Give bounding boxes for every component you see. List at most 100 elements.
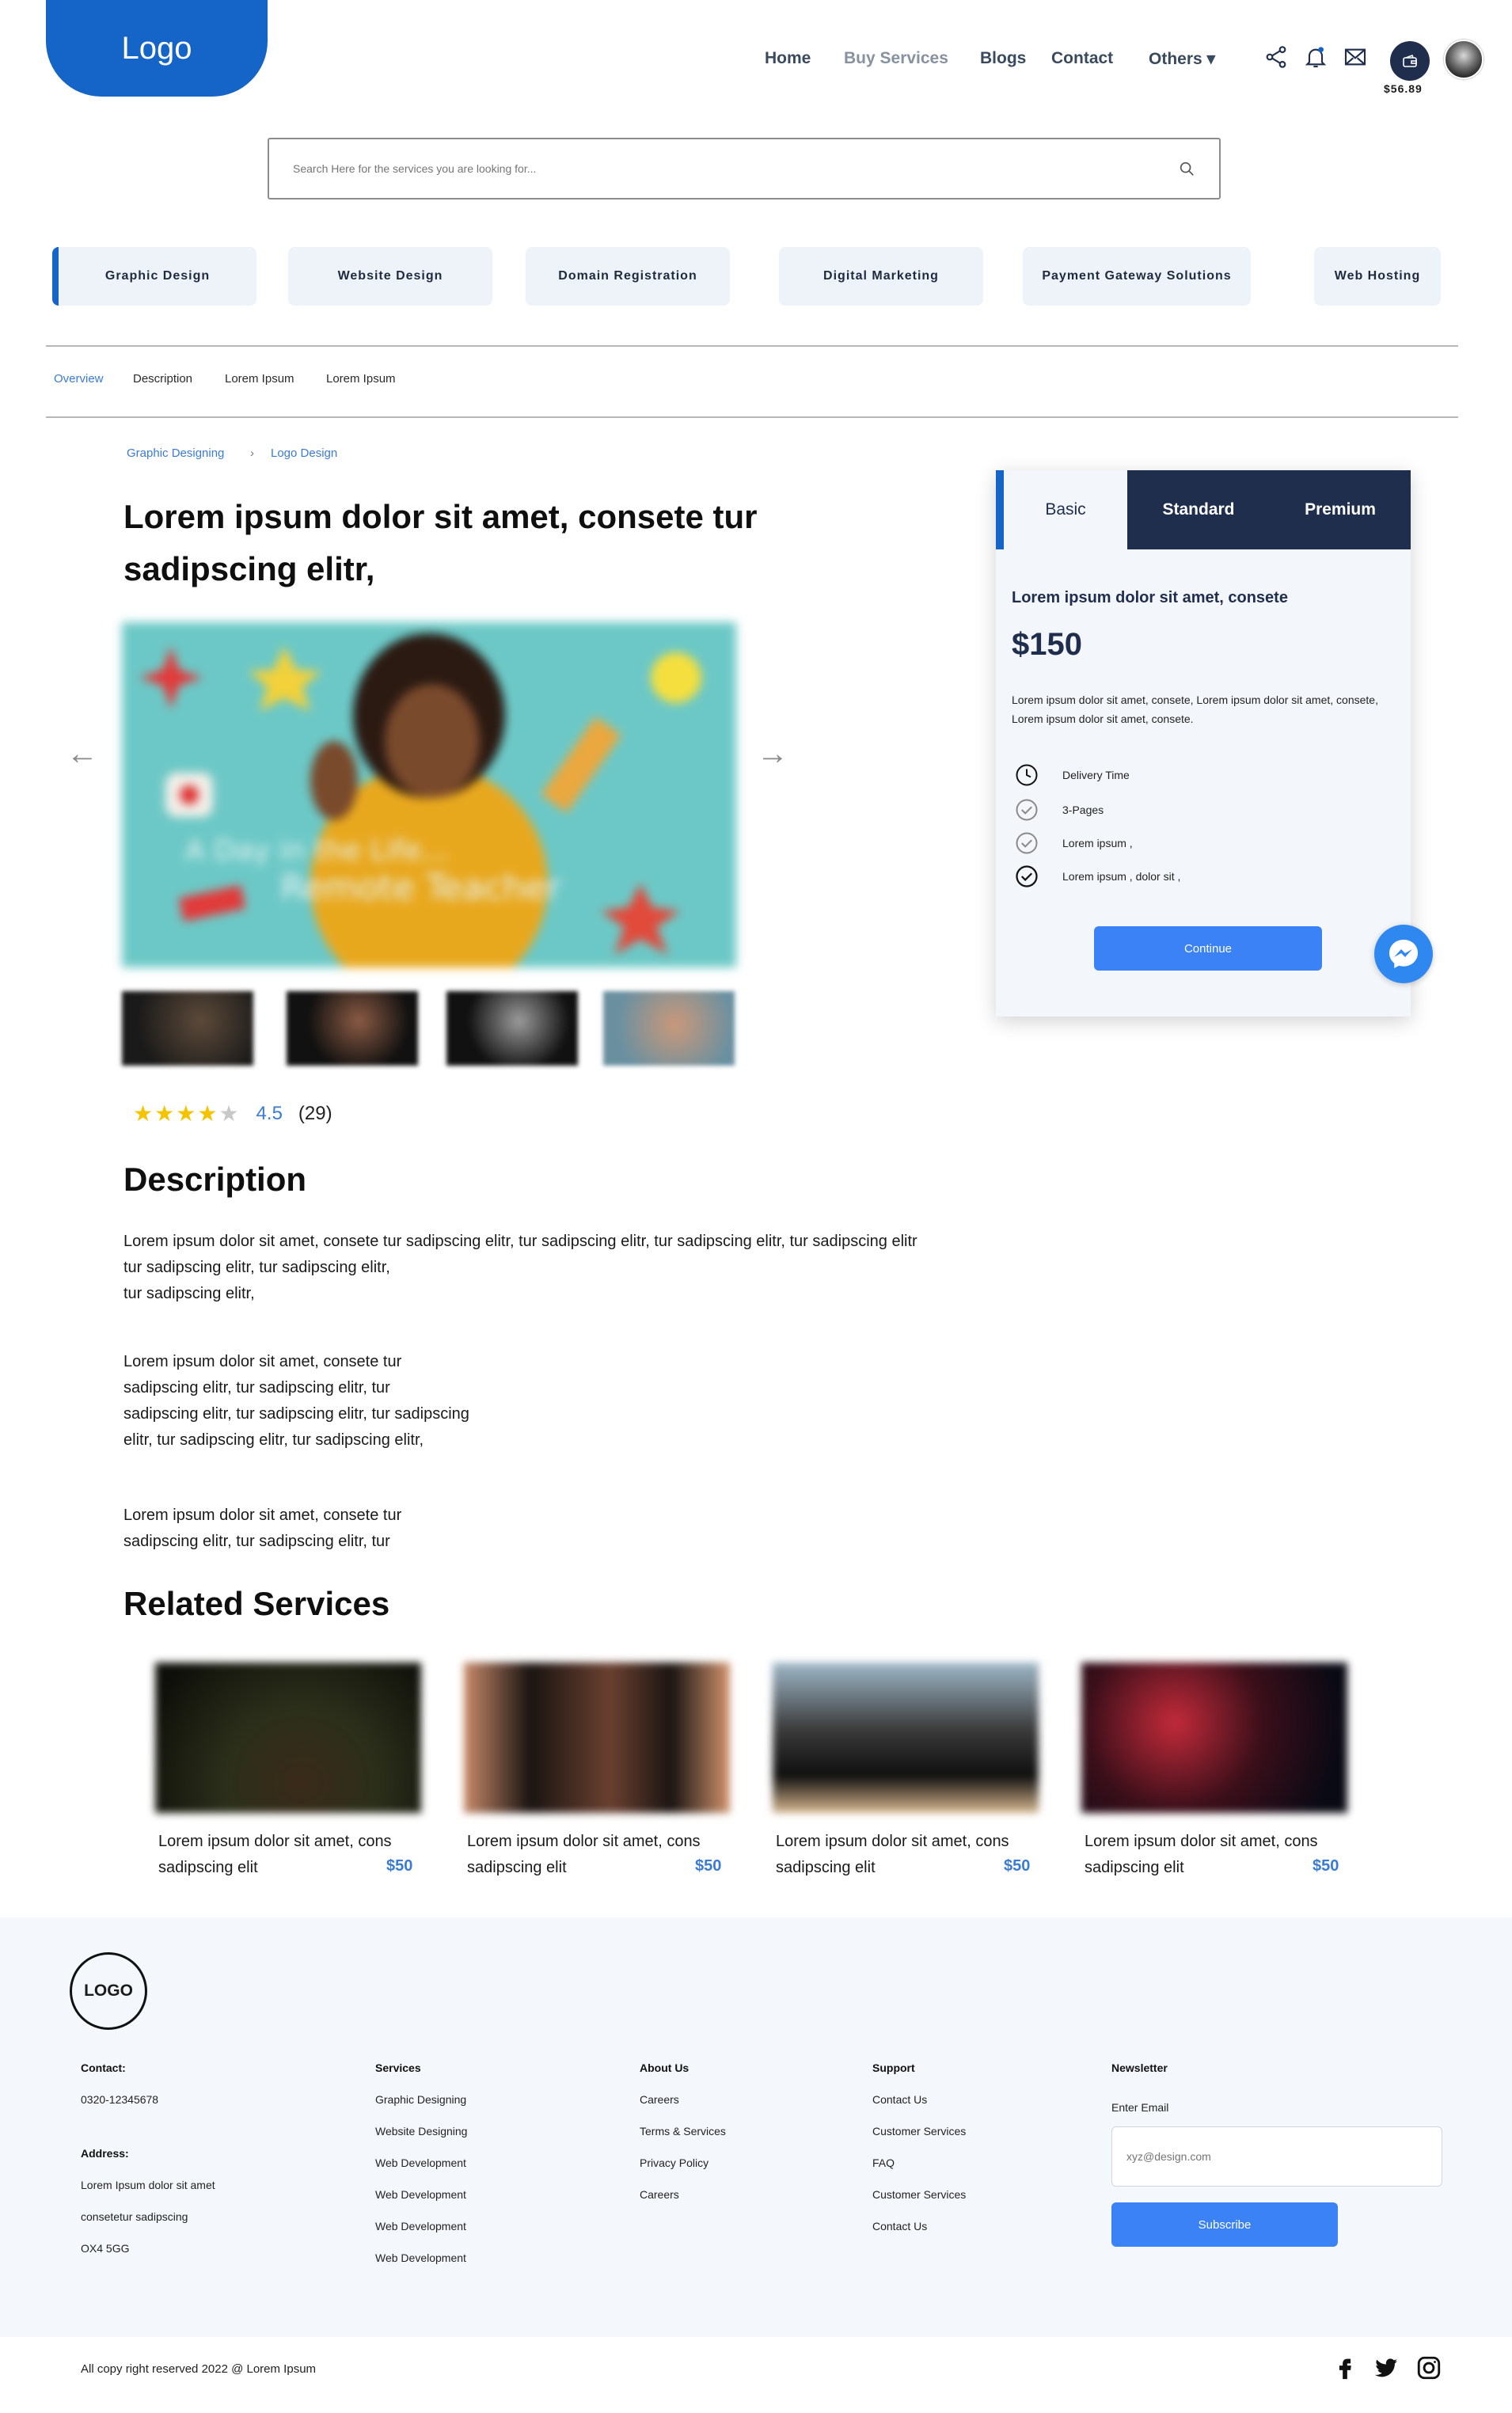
divider	[46, 416, 1458, 418]
breadcrumb-graphic-designing[interactable]: Graphic Designing	[127, 446, 224, 460]
footer-link[interactable]: Terms & Services	[640, 2125, 726, 2138]
subscribe-button[interactable]: Subscribe	[1111, 2202, 1338, 2247]
logo[interactable]: Logo	[46, 0, 268, 97]
footer-phone: 0320-12345678	[81, 2093, 159, 2106]
rating: ★ ★ ★ ★ ★ 4.5 (29)	[133, 1100, 332, 1127]
description-para-3: Lorem ipsum dolor sit amet, consete tur …	[123, 1507, 402, 1550]
description-heading: Description	[123, 1161, 307, 1198]
footer-about-heading: About Us	[640, 2062, 690, 2074]
footer-link[interactable]: Privacy Policy	[640, 2156, 709, 2169]
nav-blogs[interactable]: Blogs	[980, 49, 1026, 68]
category-payment-gateway[interactable]: Payment Gateway Solutions	[1023, 247, 1251, 306]
star-icon: ★	[154, 1101, 175, 1126]
footer-link[interactable]: Careers	[640, 2093, 679, 2106]
category-website-design[interactable]: Website Design	[288, 247, 492, 306]
footer-link[interactable]: Graphic Designing	[375, 2093, 466, 2106]
footer-address-heading: Address:	[81, 2147, 129, 2160]
tab-lorem-2[interactable]: Lorem Ipsum	[326, 372, 396, 386]
share-icon[interactable]	[1263, 44, 1289, 70]
nav-contact[interactable]: Contact	[1051, 49, 1113, 68]
continue-button[interactable]: Continue	[1094, 926, 1322, 971]
breadcrumb-logo-design[interactable]: Logo Design	[271, 446, 337, 460]
footer-link[interactable]: Web Development	[375, 2188, 466, 2201]
instagram-icon[interactable]	[1415, 2354, 1442, 2381]
footer-link[interactable]: FAQ	[872, 2156, 895, 2169]
wallet-button[interactable]	[1390, 41, 1430, 81]
footer-logo[interactable]: LOGO	[70, 1952, 147, 2030]
star-icon: ★	[176, 1101, 196, 1126]
thumbnail-1[interactable]	[122, 991, 253, 1066]
star-empty-icon: ★	[218, 1101, 239, 1126]
product-image: A Day in the Life... Remote Teacher	[122, 622, 736, 967]
footer-address-line: OX4 5GG	[81, 2242, 130, 2255]
footer-link[interactable]: Customer Services	[872, 2125, 966, 2138]
footer-link[interactable]: Web Development	[375, 2220, 466, 2232]
category-graphic-design[interactable]: Graphic Design	[52, 247, 256, 306]
related-services-heading: Related Services	[123, 1585, 390, 1622]
related-image-1[interactable]	[155, 1662, 421, 1813]
search-input[interactable]	[293, 162, 1178, 175]
footer-address-line: consetetur sadipscing	[81, 2210, 188, 2223]
feature-item: Delivery Time	[1015, 763, 1130, 787]
tab-lorem-1[interactable]: Lorem Ipsum	[225, 372, 294, 386]
next-arrow-icon[interactable]: →	[757, 736, 788, 772]
category-web-hosting[interactable]: Web Hosting	[1314, 247, 1441, 306]
search-icon[interactable]	[1178, 160, 1195, 177]
clock-icon	[1016, 764, 1038, 786]
footer-services-heading: Services	[375, 2062, 421, 2074]
footer-contact-heading: Contact:	[81, 2062, 126, 2074]
bell-icon[interactable]	[1303, 44, 1328, 70]
tab-premium[interactable]: Premium	[1270, 470, 1411, 549]
description-para-1: Lorem ipsum dolor sit amet, consete tur …	[123, 1233, 917, 1302]
wallet-icon	[1403, 54, 1417, 67]
breadcrumb-chevron-icon: ›	[250, 446, 254, 460]
footer-link[interactable]: Customer Services	[872, 2188, 966, 2201]
footer-newsletter-heading: Newsletter	[1111, 2062, 1168, 2074]
email-label: Enter Email	[1111, 2101, 1169, 2114]
rating-count: (29)	[298, 1102, 332, 1124]
prev-arrow-icon[interactable]: ←	[66, 736, 98, 772]
footer-link[interactable]: Contact Us	[872, 2093, 927, 2106]
related-image-4[interactable]	[1081, 1662, 1347, 1813]
tab-standard[interactable]: Standard	[1127, 470, 1270, 549]
related-price-3: $50	[1004, 1857, 1031, 1875]
avatar[interactable]	[1444, 40, 1484, 79]
related-image-2[interactable]	[464, 1662, 730, 1813]
twitter-icon[interactable]	[1373, 2354, 1400, 2381]
footer-link[interactable]: Web Development	[375, 2156, 466, 2169]
rating-value: 4.5	[256, 1102, 283, 1124]
star-icon: ★	[197, 1101, 218, 1126]
feature-item: Lorem ipsum , dolor sit ,	[1015, 864, 1180, 888]
footer-link[interactable]: Careers	[640, 2188, 679, 2201]
tab-description[interactable]: Description	[133, 372, 192, 386]
check-circle-icon	[1016, 832, 1038, 854]
thumbnail-3[interactable]	[446, 991, 578, 1066]
star-icon: ★	[133, 1101, 154, 1126]
category-domain-registration[interactable]: Domain Registration	[526, 247, 730, 306]
tab-overview[interactable]: Overview	[54, 372, 104, 386]
package-description: Lorem ipsum dolor sit amet, consete, Lor…	[1012, 694, 1378, 725]
footer-link[interactable]: Web Development	[375, 2252, 466, 2264]
category-digital-marketing[interactable]: Digital Marketing	[779, 247, 983, 306]
page-title: Lorem ipsum dolor sit amet, consete tur …	[123, 498, 758, 587]
copyright: All copy right reserved 2022 @ Lorem Ips…	[81, 2362, 317, 2376]
pricing-card: Basic Standard Premium Lorem ipsum dolor…	[996, 470, 1411, 1016]
thumbnail-2[interactable]	[287, 991, 418, 1066]
facebook-icon[interactable]	[1332, 2354, 1358, 2381]
messenger-chat-button[interactable]	[1374, 925, 1433, 983]
nav-others-dropdown[interactable]: Others ▾	[1149, 49, 1215, 69]
mail-icon[interactable]	[1343, 44, 1368, 70]
pricing-tabs: Basic Standard Premium	[996, 470, 1411, 549]
thumbnail-4[interactable]	[603, 991, 735, 1066]
footer-address-line: Lorem Ipsum dolor sit amet	[81, 2179, 215, 2191]
check-circle-icon	[1016, 799, 1038, 821]
nav-buy-services[interactable]: Buy Services	[844, 49, 948, 68]
nav-home[interactable]: Home	[765, 49, 811, 68]
tab-basic[interactable]: Basic	[996, 470, 1127, 549]
package-price: $150	[1012, 627, 1082, 662]
footer-link[interactable]: Contact Us	[872, 2220, 927, 2232]
related-image-3[interactable]	[773, 1662, 1039, 1813]
email-field[interactable]	[1111, 2126, 1442, 2187]
description-para-2: Lorem ipsum dolor sit amet, consete tur …	[123, 1353, 469, 1449]
footer-link[interactable]: Website Designing	[375, 2125, 467, 2138]
